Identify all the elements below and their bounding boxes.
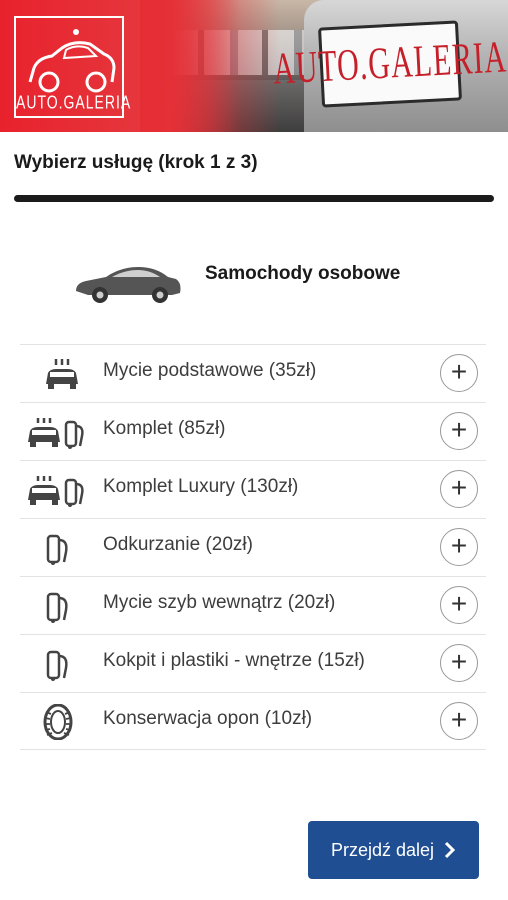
license-plate: AUTO.GALERIA xyxy=(272,20,508,108)
service-row-komplet-luxury: Komplet Luxury (130zł) + xyxy=(20,460,486,518)
service-row-kokpit: Kokpit i plastiki - wnętrze (15zł) + xyxy=(20,634,486,692)
service-label: Komplet Luxury (130zł) xyxy=(103,476,299,497)
add-service-button[interactable]: + xyxy=(440,412,478,450)
car-icon xyxy=(76,267,181,303)
car-wash-vacuum-icon xyxy=(28,476,84,507)
category-header: Samochody osobowe xyxy=(72,255,452,309)
service-row-konserwacja-opon: Konserwacja opon (10zł) + xyxy=(20,692,486,750)
car-wash-vacuum-icon xyxy=(28,418,84,449)
service-row-mycie-szyb: Mycie szyb wewnątrz (20zł) + xyxy=(20,576,486,634)
next-step-button[interactable]: Przejdź dalej xyxy=(308,821,479,879)
service-label: Odkurzanie (20zł) xyxy=(103,534,253,555)
service-label: Mycie szyb wewnątrz (20zł) xyxy=(103,592,336,613)
category-label: Samochody osobowe xyxy=(205,263,401,284)
add-service-button[interactable]: + xyxy=(440,354,478,392)
service-row-komplet: Komplet (85zł) + xyxy=(20,402,486,460)
add-service-button[interactable]: + xyxy=(440,702,478,740)
tire-icon xyxy=(43,704,73,740)
vacuum-icon xyxy=(46,650,68,681)
service-row-odkurzanie: Odkurzanie (20zł) + xyxy=(20,518,486,576)
add-service-button[interactable]: + xyxy=(440,586,478,624)
vacuum-icon xyxy=(46,592,68,623)
services-list: Mycie podstawowe (35zł) + Komplet (85zł)… xyxy=(20,344,486,750)
progress-bar xyxy=(14,195,494,202)
service-label: Kokpit i plastiki - wnętrze (15zł) xyxy=(103,650,365,671)
service-label: Komplet (85zł) xyxy=(103,418,226,439)
car-wash-icon xyxy=(46,359,78,389)
logo-text: AUTO.GALERIA xyxy=(16,91,132,113)
car-logo-icon xyxy=(28,29,116,93)
add-service-button[interactable]: + xyxy=(440,470,478,508)
add-service-button[interactable]: + xyxy=(440,644,478,682)
service-row-mycie-podstawowe: Mycie podstawowe (35zł) + xyxy=(20,344,486,402)
service-label: Mycie podstawowe (35zł) xyxy=(103,360,317,381)
vacuum-icon xyxy=(46,534,68,565)
chevron-right-icon xyxy=(444,841,456,859)
step-title: Wybierz usługę (krok 1 z 3) xyxy=(14,152,258,173)
header-banner: AUTO.GALERIA AUTO.GALERIA xyxy=(0,0,508,132)
service-label: Konserwacja opon (10zł) xyxy=(103,708,313,729)
add-service-button[interactable]: + xyxy=(440,528,478,566)
brand-logo[interactable]: AUTO.GALERIA xyxy=(14,16,132,118)
